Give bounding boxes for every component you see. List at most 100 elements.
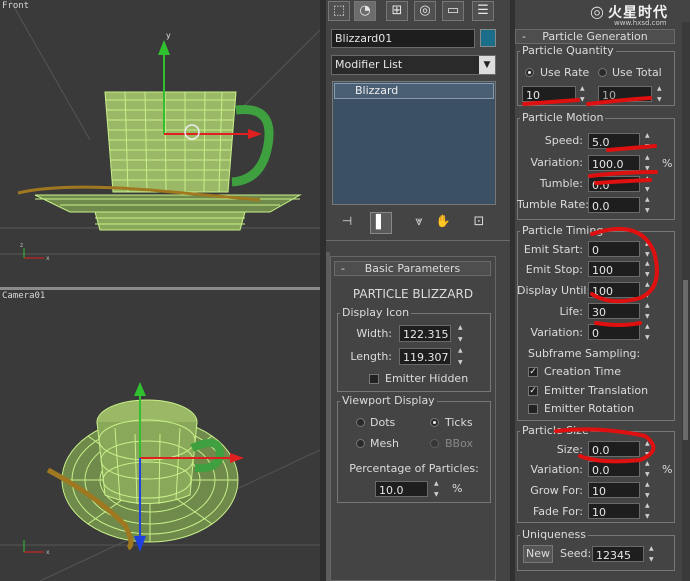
tumble-rate-spinner-field[interactable]: 0.0: [588, 197, 640, 213]
display-until-spinner-arrows[interactable]: [645, 281, 653, 299]
display-tab-icon[interactable]: ▭: [442, 1, 464, 21]
axis-tripod-camera: x: [23, 540, 50, 556]
use-total-spinner-arrows[interactable]: [657, 85, 665, 103]
speed-spinner-arrows[interactable]: [645, 132, 653, 150]
particle-generation-title: Particle Generation: [542, 30, 648, 43]
life-spinner-arrows[interactable]: [645, 302, 653, 320]
width-label: Width:: [356, 327, 392, 340]
emit-start-spinner-field[interactable]: 0: [588, 241, 640, 257]
use-rate-spinner-arrows[interactable]: [580, 85, 588, 103]
size-label: Size:: [556, 443, 583, 456]
subframe-sampling-label: Subframe Sampling:: [528, 347, 641, 360]
create-tab-icon[interactable]: ⬚: [328, 1, 350, 21]
motion-variation-spinner-field[interactable]: 100.0: [588, 155, 640, 171]
ticks-radio[interactable]: [430, 418, 439, 427]
width-spinner-field[interactable]: 122.315: [399, 325, 451, 342]
stack-item-blizzard[interactable]: Blizzard: [334, 83, 494, 99]
hierarchy-tab-icon[interactable]: ⊞: [386, 1, 408, 21]
size-spinner-field[interactable]: 0.0: [588, 441, 640, 457]
tumble-rate-spinner-arrows[interactable]: [645, 196, 653, 214]
fade-for-spinner-arrows[interactable]: [645, 502, 653, 520]
size-variation-spinner-field[interactable]: 0.0: [588, 461, 640, 477]
new-seed-button[interactable]: New: [523, 545, 553, 563]
axis-z-label: z: [20, 242, 23, 249]
seed-spinner-field[interactable]: 12345: [592, 546, 644, 562]
size-variation-label: Variation:: [530, 463, 583, 476]
saucer-wireframe: [34, 194, 302, 231]
configure-sets-icon[interactable]: ⊡: [470, 214, 488, 232]
watermark-logo: ◎ 火星时代 www.hxsd.com: [590, 2, 688, 28]
use-rate-label: Use Rate: [540, 66, 590, 79]
tumble-spinner-field[interactable]: 0.0: [588, 176, 640, 192]
right-scrollbar-thumb[interactable]: [683, 280, 688, 440]
watermark-swirl-icon: ◎: [590, 2, 604, 21]
emit-stop-label: Emit Stop:: [525, 263, 583, 276]
percentage-spinner-arrows[interactable]: [434, 480, 442, 498]
tumble-spinner-arrows[interactable]: [645, 175, 653, 193]
display-until-label: Display Until:: [517, 284, 591, 297]
emitter-rotation-checkbox[interactable]: [528, 404, 538, 414]
motion-variation-spinner-arrows[interactable]: [645, 154, 653, 172]
basic-parameters-header[interactable]: - Basic Parameters: [334, 261, 491, 276]
percent-unit-label: %: [452, 482, 463, 495]
grow-for-spinner-field[interactable]: 10: [588, 482, 640, 498]
axis-tripod-front: z x: [20, 242, 50, 262]
viewport-label-camera[interactable]: Camera01: [2, 291, 45, 301]
emitter-translation-checkbox[interactable]: ✓: [528, 386, 538, 396]
camera-viewport[interactable]: x Camera01: [0, 290, 320, 581]
particle-quantity-title: Particle Quantity: [520, 44, 616, 57]
emit-stop-spinner-arrows[interactable]: [645, 260, 653, 278]
display-until-spinner-field[interactable]: 100: [588, 282, 640, 298]
emitter-hidden-checkbox[interactable]: [369, 374, 379, 384]
dots-radio[interactable]: [356, 418, 365, 427]
bbox-label: BBox: [445, 437, 473, 450]
percentage-spinner-field[interactable]: 10.0: [375, 481, 428, 497]
length-spinner-arrows[interactable]: [458, 347, 466, 366]
grow-for-spinner-arrows[interactable]: [645, 481, 653, 499]
timing-variation-spinner-field[interactable]: 0: [588, 324, 640, 340]
camera-viewport-canvas: x: [0, 382, 320, 581]
emit-start-label: Emit Start:: [523, 243, 583, 256]
seed-spinner-arrows[interactable]: [649, 545, 657, 563]
make-unique-icon[interactable]: ⩔: [410, 214, 428, 232]
mesh-radio[interactable]: [356, 439, 365, 448]
creation-time-checkbox[interactable]: ✓: [528, 367, 538, 377]
grow-for-label: Grow For:: [530, 484, 583, 497]
particle-generation-header[interactable]: - Particle Generation: [515, 29, 675, 44]
ticks-label: Ticks: [445, 416, 473, 429]
chevron-down-icon[interactable]: ▼: [479, 56, 495, 74]
modifier-list-dropdown[interactable]: Modifier List: [331, 55, 496, 75]
uniqueness-title: Uniqueness: [520, 528, 589, 541]
width-spinner-arrows[interactable]: [458, 324, 466, 343]
use-rate-radio[interactable]: [525, 68, 534, 77]
speed-label: Speed:: [544, 134, 583, 147]
viewport-label-front[interactable]: Front: [2, 1, 29, 11]
emit-stop-spinner-field[interactable]: 100: [588, 261, 640, 277]
motion-variation-label: Variation:: [530, 156, 583, 169]
utilities-tab-icon[interactable]: ☰: [472, 1, 494, 21]
size-spinner-arrows[interactable]: [645, 440, 653, 458]
use-rate-spinner-field[interactable]: 10: [522, 86, 576, 102]
fade-for-label: Fade For:: [532, 505, 583, 518]
object-name-field[interactable]: Blizzard01: [331, 29, 475, 48]
motion-tab-icon[interactable]: ◎: [414, 1, 436, 21]
modifier-stack[interactable]: Blizzard: [332, 81, 496, 205]
timing-variation-spinner-arrows[interactable]: [645, 323, 653, 341]
stack-item-label: Blizzard: [355, 84, 399, 97]
front-viewport[interactable]: y z x Front: [0, 0, 320, 287]
use-total-radio[interactable]: [598, 68, 607, 77]
speed-spinner-field[interactable]: 5.0: [588, 133, 640, 149]
object-color-swatch[interactable]: [480, 29, 496, 47]
collapse-icon: -: [522, 30, 526, 43]
fade-for-spinner-field[interactable]: 10: [588, 503, 640, 519]
length-spinner-field[interactable]: 119.307: [399, 348, 451, 365]
life-spinner-field[interactable]: 30: [588, 303, 640, 319]
use-total-spinner-field[interactable]: 10: [598, 86, 652, 102]
size-variation-spinner-arrows[interactable]: [645, 460, 653, 478]
motion-variation-unit: %: [662, 157, 673, 170]
modify-tab-icon[interactable]: ◔: [354, 1, 376, 21]
remove-modifier-icon[interactable]: ✋: [434, 214, 452, 232]
pin-stack-icon[interactable]: ⊣: [338, 214, 356, 232]
show-end-result-icon[interactable]: ▌: [370, 212, 392, 234]
emit-start-spinner-arrows[interactable]: [645, 240, 653, 258]
